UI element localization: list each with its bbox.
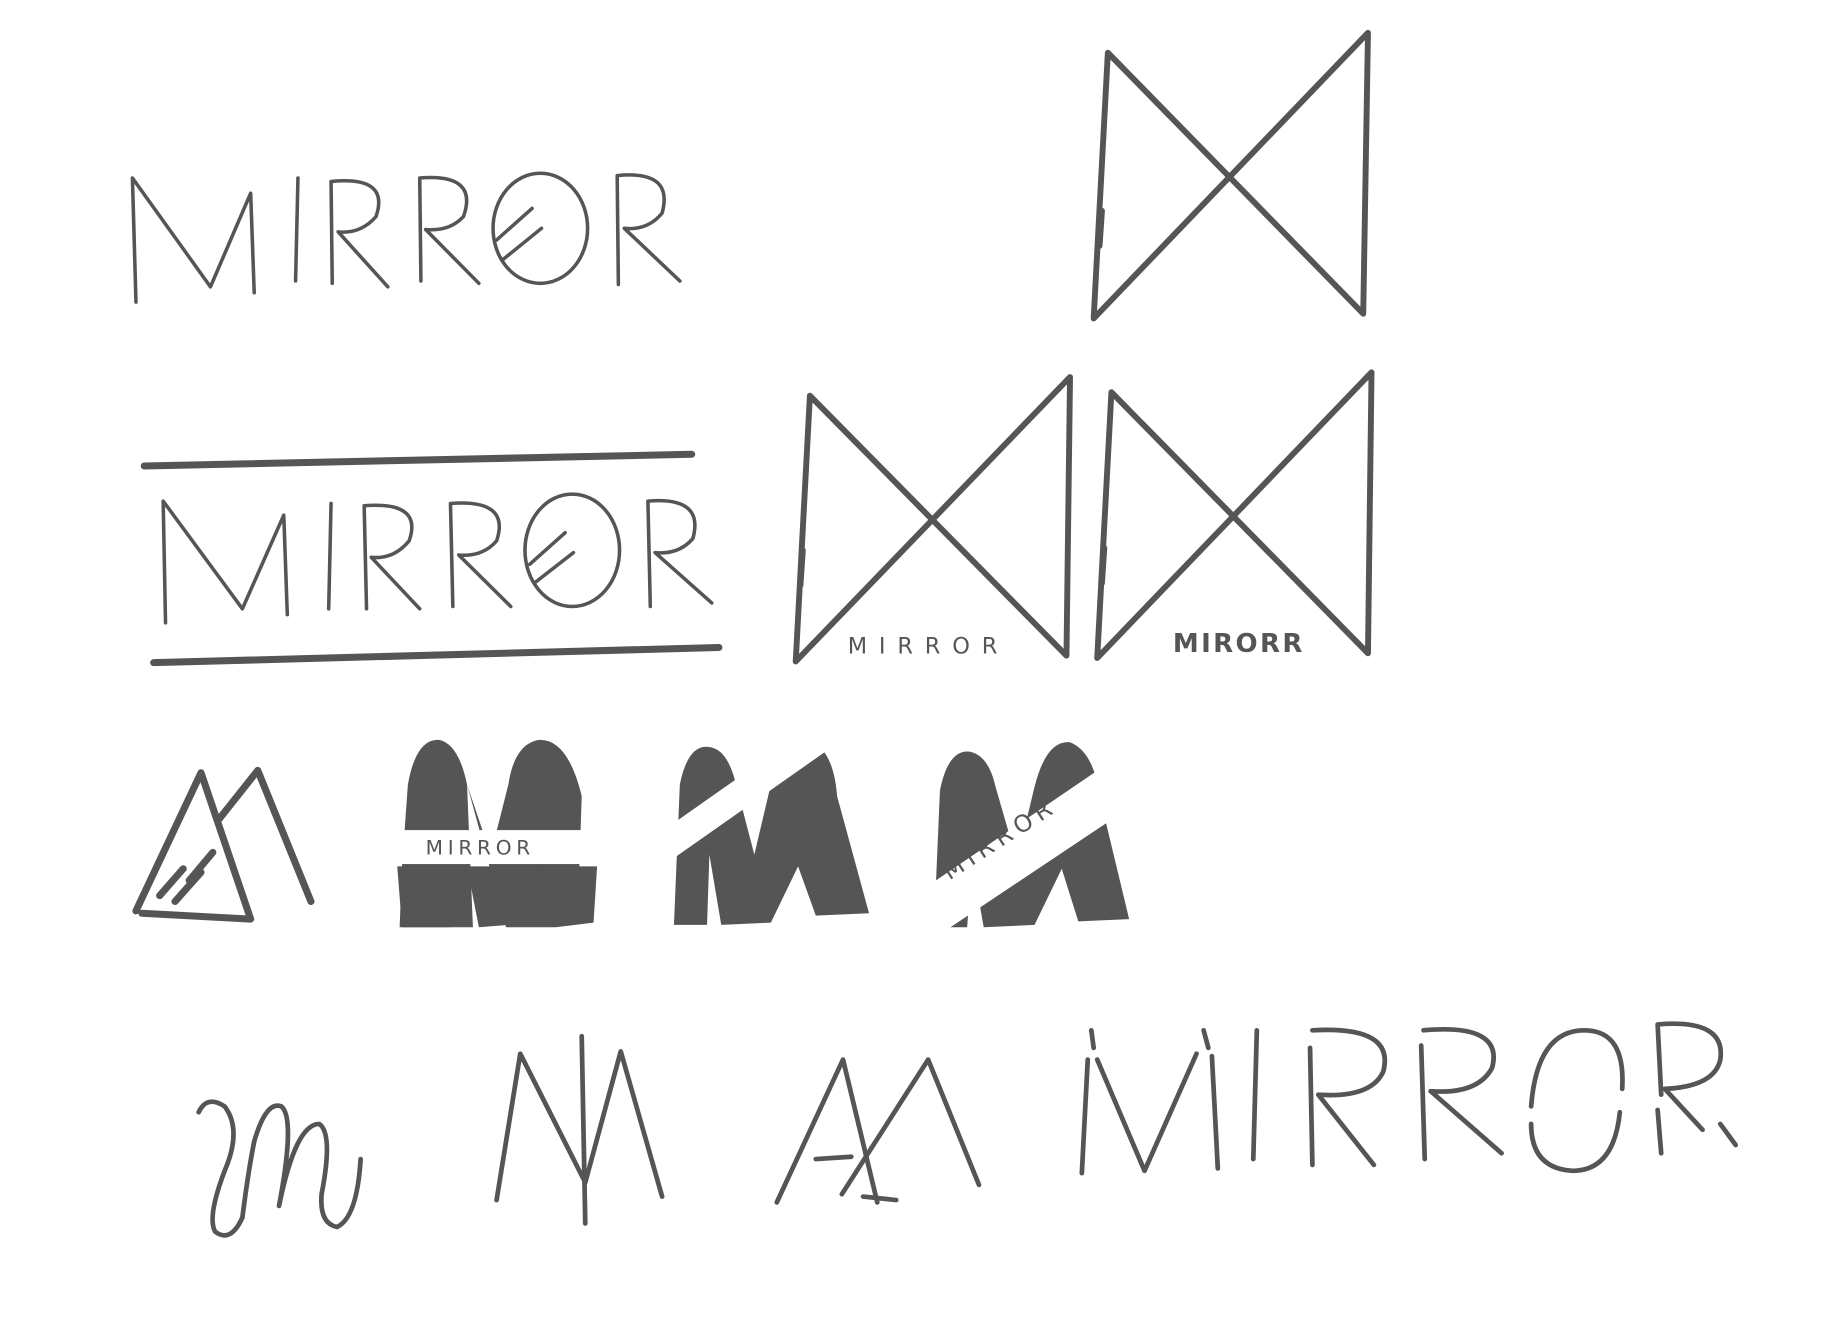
bowtie-logo — [1090, 29, 1371, 322]
solid-m-banded-logo: MIRROR — [390, 739, 603, 928]
bowtie-label: MIRORR — [1173, 629, 1305, 659]
solid-m-diagonal-cut-logo — [662, 702, 870, 925]
m-with-center-stem-logo — [494, 1033, 665, 1226]
wordmark-plain-logo — [130, 171, 682, 304]
bowtie-label: MIRROR — [848, 633, 1009, 659]
double-a-m-logo — [774, 1057, 982, 1205]
wordmark-underlined-logo — [140, 450, 723, 667]
bowtie-logo-mirorr: MIRORR — [1094, 369, 1375, 661]
solid-m-diagonal-band-logo: MIRROR — [922, 742, 1130, 937]
broken-wordmark-logo — [1079, 1021, 1739, 1176]
band-label: MIRROR — [426, 836, 535, 860]
script-m-logo — [196, 1099, 363, 1238]
triangle-m-logo — [132, 766, 315, 923]
logo-sketch-sheet: MIRROR MIRORR MIRROR MIRROR — [130, 29, 1739, 1238]
bowtie-logo-mirror: MIRROR — [792, 374, 1073, 665]
